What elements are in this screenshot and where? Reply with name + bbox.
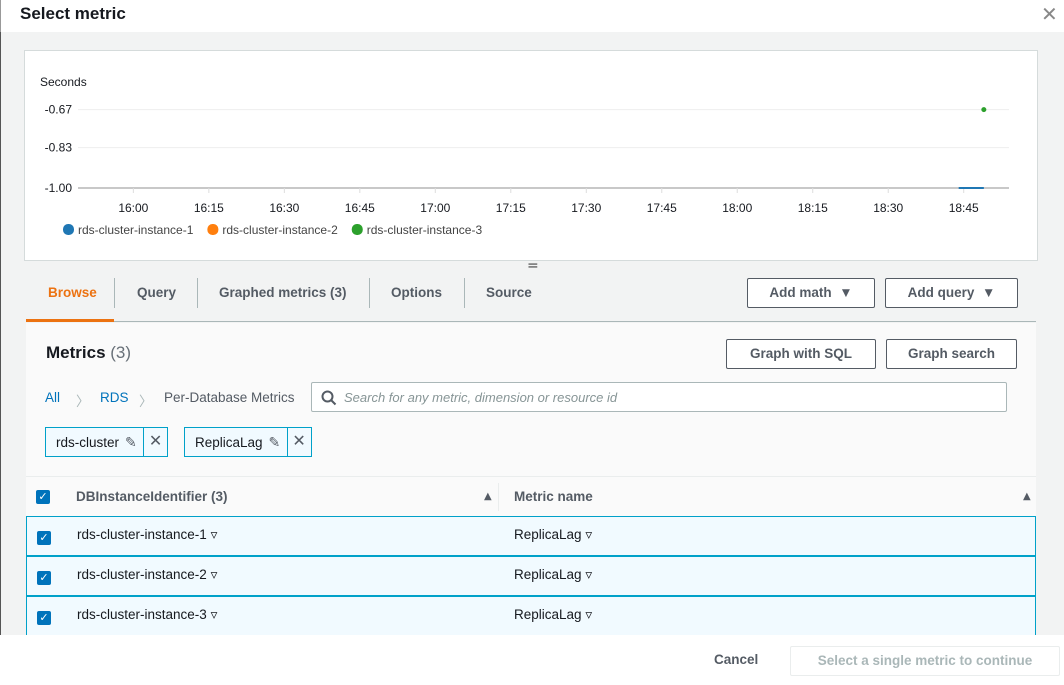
search-input[interactable] [344,387,994,407]
metric-name: ReplicaLag [514,527,582,542]
tab-graphed-metrics[interactable]: Graphed metrics (3) [197,276,369,322]
dropdown-icon[interactable]: ▿ [585,567,592,582]
close-icon[interactable]: ✕ [1041,2,1058,26]
metrics-panel: Metrics (3) Graph with SQL Graph search … [26,323,1036,635]
x-tick-label: 16:15 [194,201,224,215]
y-axis-label: Seconds [40,75,87,89]
x-tick-label: 18:30 [873,201,903,215]
graph-search-button[interactable]: Graph search [886,339,1017,369]
x-tick-label: 17:15 [496,201,526,215]
instance-id: rds-cluster-instance-1 [77,527,207,542]
sort-asc-icon[interactable]: ▲ [1023,491,1031,502]
add-query-button[interactable]: Add query ▼ [885,278,1018,308]
graph-with-sql-button[interactable]: Graph with SQL [726,339,876,369]
row-checkbox[interactable]: ✓ [37,611,51,625]
metric-name-cell: ReplicaLag ▿ [514,567,592,583]
filter-chip: ReplicaLag ✎ ✕ [184,427,312,457]
select-all-checkbox[interactable]: ✓ [36,490,50,504]
cancel-button[interactable]: Cancel [714,652,758,667]
table-row[interactable]: ✓ rds-cluster-instance-1 ▿ ReplicaLag ▿ [26,516,1036,556]
metric-name-cell: ReplicaLag ▿ [514,607,592,623]
breadcrumb-separator-icon: 〉 [76,390,90,410]
row-checkbox[interactable]: ✓ [37,571,51,585]
resize-handle[interactable]: = [527,262,539,270]
metrics-title-text: Metrics [46,343,106,362]
metric-name-cell: ReplicaLag ▿ [514,527,592,543]
search-icon [321,390,337,406]
legend-swatch [207,224,218,235]
column-header-metric-name[interactable]: Metric name [514,489,593,504]
tab-source[interactable]: Source [464,276,554,322]
x-tick-label: 18:45 [949,201,979,215]
add-math-label: Add math [769,285,831,300]
instance-id-cell: rds-cluster-instance-3 ▿ [77,607,217,623]
table-row[interactable]: ✓ rds-cluster-instance-3 ▿ ReplicaLag ▿ [26,596,1036,636]
instance-id: rds-cluster-instance-2 [77,567,207,582]
add-query-label: Add query [908,285,975,300]
instance-id: rds-cluster-instance-3 [77,607,207,622]
modal-title: Select metric [20,4,126,24]
chip-label: ReplicaLag [185,435,269,450]
edit-icon[interactable]: ✎ [269,434,287,451]
data-point-rds-cluster-instance-3 [981,107,986,112]
legend-label: rds-cluster-instance-1 [78,223,194,237]
breadcrumb-current: Per-Database Metrics [164,390,295,405]
legend-swatch [63,224,74,235]
legend-label: rds-cluster-instance-3 [367,223,483,237]
breadcrumb-rds[interactable]: RDS [100,390,129,405]
y-tick-label: -1.00 [45,181,73,195]
dropdown-icon[interactable]: ▿ [585,527,592,542]
metrics-count: (3) [110,343,131,362]
continue-button[interactable]: Select a single metric to continue [790,646,1060,676]
row-checkbox[interactable]: ✓ [37,531,51,545]
dropdown-icon[interactable]: ▿ [211,607,218,622]
remove-icon[interactable]: ✕ [143,428,167,456]
legend-swatch [352,224,363,235]
caret-down-icon: ▼ [982,285,995,300]
x-tick-label: 17:00 [420,201,450,215]
dropdown-icon[interactable]: ▿ [211,567,218,582]
x-tick-label: 17:30 [571,201,601,215]
metrics-title: Metrics (3) [46,343,131,363]
x-tick-label: 16:45 [345,201,375,215]
y-tick-label: -0.67 [45,103,73,117]
metric-name: ReplicaLag [514,607,582,622]
chip-label: rds-cluster [46,435,125,450]
edit-icon[interactable]: ✎ [125,434,143,451]
breadcrumb-separator-icon: 〉 [139,390,153,410]
instance-id-cell: rds-cluster-instance-2 ▿ [77,567,217,583]
tab-query[interactable]: Query [115,276,198,322]
instance-id-cell: rds-cluster-instance-1 ▿ [77,527,217,543]
tab-browse[interactable]: Browse [26,276,114,322]
breadcrumb-all[interactable]: All [45,390,60,405]
caret-down-icon: ▼ [839,285,852,300]
x-tick-label: 18:15 [798,201,828,215]
sort-asc-icon[interactable]: ▲ [484,491,492,502]
metric-name: ReplicaLag [514,567,582,582]
modal-header: Select metric ✕ [0,0,1064,32]
x-tick-label: 16:00 [118,201,148,215]
column-header-dbinstance[interactable]: DBInstanceIdentifier (3) [76,489,228,504]
filter-chip: rds-cluster ✎ ✕ [45,427,168,457]
table-header: ✓ DBInstanceIdentifier (3) ▲ Metric name… [26,476,1036,516]
table-row[interactable]: ✓ rds-cluster-instance-2 ▿ ReplicaLag ▿ [26,556,1036,596]
x-tick-label: 17:45 [647,201,677,215]
x-tick-label: 16:30 [269,201,299,215]
x-tick-label: 18:00 [722,201,752,215]
modal-footer: Cancel Select a single metric to continu… [0,635,1064,685]
tab-bar: Browse Query Graphed metrics (3) Options… [26,276,1036,322]
dropdown-icon[interactable]: ▿ [211,527,218,542]
chart: Seconds -0.67 -0.83 -1.00 16:00 16:15 16:30 16… [25,51,1039,262]
dropdown-icon[interactable]: ▿ [585,607,592,622]
add-math-button[interactable]: Add math ▼ [747,278,875,308]
remove-icon[interactable]: ✕ [287,428,311,456]
tab-options[interactable]: Options [369,276,464,322]
chart-panel: Seconds -0.67 -0.83 -1.00 16:00 16:15 16:30 16… [24,50,1038,261]
metric-search [311,382,1007,412]
column-divider [498,483,499,511]
legend-label: rds-cluster-instance-2 [222,223,338,237]
y-tick-label: -0.83 [45,141,73,155]
